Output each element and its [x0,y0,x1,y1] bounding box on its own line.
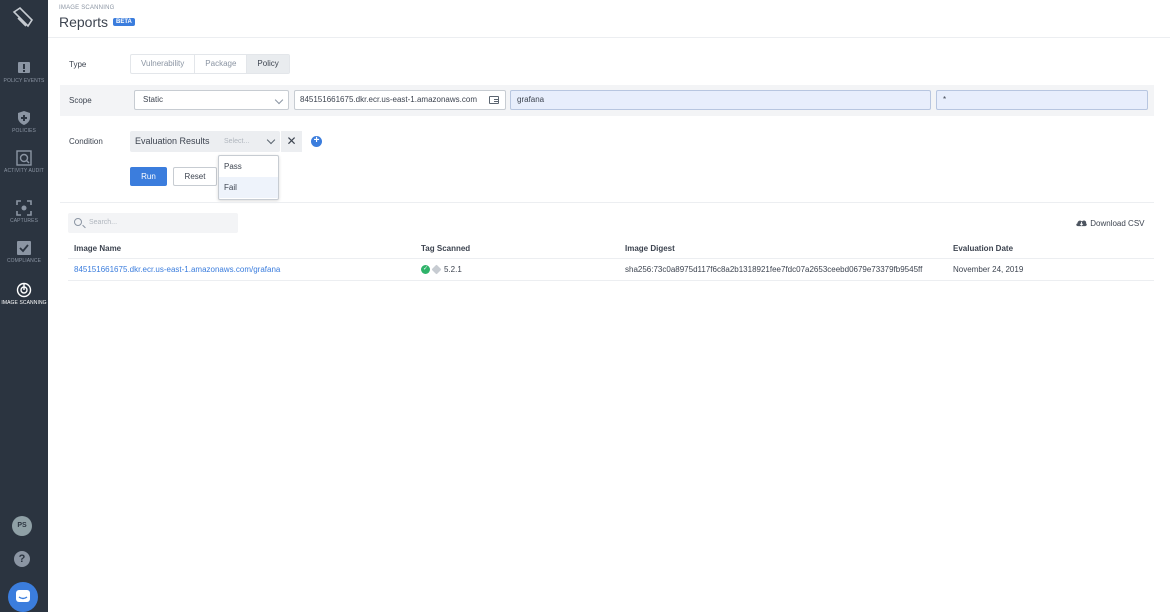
run-button[interactable]: Run [130,167,167,186]
download-csv-button[interactable]: Download CSV [1075,218,1144,228]
tag-scanned-value: 5.2.1 [444,265,462,274]
sidebar: POLICY EVENTS POLICIES ACTIVITY AUDIT CA… [0,0,48,612]
reset-button[interactable]: Reset [173,167,217,186]
type-label: Type [69,60,86,69]
tag-icon [432,265,442,275]
condition-value-select[interactable]: Select... [218,131,280,152]
search-icon [74,218,82,226]
page-title: Reports [59,14,108,30]
registry-input[interactable]: 845151661675.dkr.ecr.us-east-1.amazonaws… [294,90,506,110]
sidebar-item-label: COMPLIANCE [7,258,41,264]
scope-type-select[interactable]: Static [134,90,289,110]
type-tabs: Vulnerability Package Policy [130,54,290,74]
chevron-down-icon [275,96,283,104]
condition-field-label: Evaluation Results [135,136,210,146]
page-header: IMAGE SCANNING Reports BETA [48,0,1170,38]
condition-label: Condition [69,137,103,146]
sidebar-item-captures[interactable]: CAPTURES [0,200,48,224]
image-digest-value: sha256:73c0a8975d117f6c8a2b1318921fee7fd… [625,265,922,274]
column-header-evaluation-date[interactable]: Evaluation Date [953,244,1013,253]
option-pass[interactable]: Pass [219,156,278,177]
tab-policy[interactable]: Policy [247,55,288,73]
option-fail[interactable]: Fail [219,177,278,198]
sidebar-item-label: IMAGE SCANNING [1,300,46,306]
compliance-icon [16,240,32,256]
search-placeholder: Search... [89,219,117,226]
download-csv-label: Download CSV [1090,219,1144,228]
tab-vulnerability[interactable]: Vulnerability [131,55,195,73]
condition-dropdown: Pass Fail [218,155,279,200]
sidebar-item-label: POLICIES [12,128,36,134]
sysdig-logo-icon[interactable] [8,4,38,34]
close-icon: ✕ [286,134,296,148]
help-icon[interactable]: ? [14,551,30,567]
column-header-image-digest[interactable]: Image Digest [625,244,675,253]
sidebar-item-activity-audit[interactable]: ACTIVITY AUDIT [0,150,48,174]
breadcrumb[interactable]: IMAGE SCANNING [59,5,114,11]
sidebar-item-label: CAPTURES [10,218,38,224]
activity-audit-icon [16,150,32,166]
tab-package[interactable]: Package [195,55,247,73]
repository-input[interactable]: grafana [510,90,931,110]
sidebar-item-policy-events[interactable]: POLICY EVENTS [0,60,48,84]
shield-icon [16,110,32,126]
sidebar-item-label: ACTIVITY AUDIT [4,168,44,174]
divider [60,202,1154,203]
add-condition-button[interactable]: + [311,136,322,147]
tag-input[interactable]: * [936,90,1148,110]
image-scanning-icon [16,282,32,298]
registry-value: 845151661675.dkr.ecr.us-east-1.amazonaws… [300,95,477,104]
policy-events-icon [16,60,32,76]
table-divider [68,280,1154,281]
avatar[interactable]: PS [12,516,32,536]
beta-badge: BETA [113,18,135,26]
search-input[interactable]: Search... [68,213,238,233]
evaluation-date-value: November 24, 2019 [953,265,1023,274]
scope-label: Scope [69,96,92,105]
repository-value: grafana [517,95,544,104]
sidebar-item-image-scanning[interactable]: IMAGE SCANNING [0,282,48,306]
sidebar-item-label: POLICY EVENTS [4,78,45,84]
plus-icon: + [314,135,320,146]
sidebar-item-policies[interactable]: POLICIES [0,110,48,134]
scope-type-value: Static [143,95,163,104]
chat-button[interactable] [8,582,38,612]
chevron-down-icon [267,136,275,144]
table-divider [68,258,1154,259]
cloud-download-icon [1075,218,1088,227]
image-name-link[interactable]: 845151661675.dkr.ecr.us-east-1.amazonaws… [74,265,280,274]
tag-value: * [943,95,946,104]
sidebar-item-compliance[interactable]: COMPLIANCE [0,240,48,264]
pass-check-icon: ✓ [421,265,430,274]
column-header-image-name[interactable]: Image Name [74,244,121,253]
column-header-tag-scanned[interactable]: Tag Scanned [421,244,470,253]
condition-placeholder: Select... [224,138,249,145]
captures-icon [16,200,32,216]
chat-icon [8,582,38,612]
remove-condition-button[interactable]: ✕ [281,131,302,152]
id-card-icon[interactable] [489,96,499,104]
